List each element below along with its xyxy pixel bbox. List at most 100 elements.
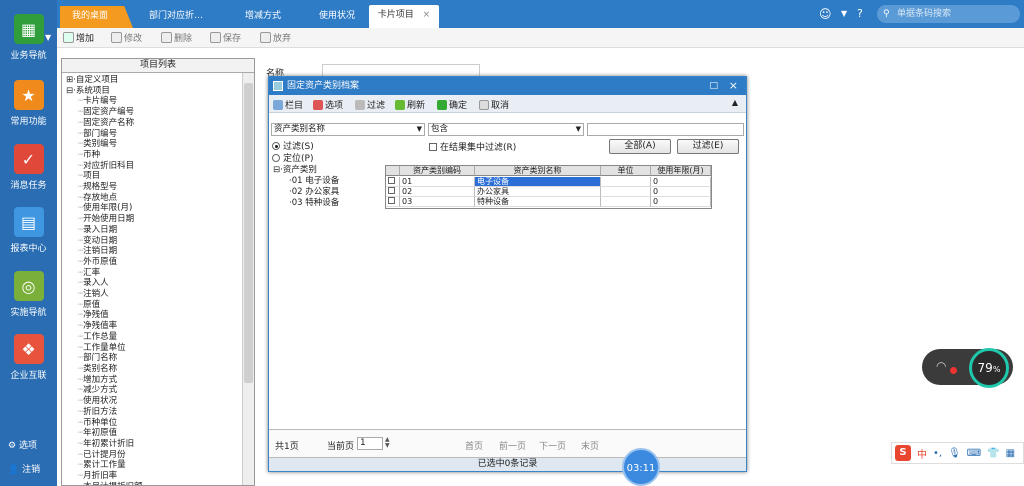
row-checkbox[interactable]	[386, 187, 400, 197]
discard-button[interactable]: 放弃	[260, 31, 291, 44]
filter-operator-select[interactable]: 包含 ▼	[428, 123, 584, 136]
tree-item[interactable]: ┄部门名称	[66, 353, 242, 364]
tree-item[interactable]: ┄净残值	[66, 310, 242, 321]
recording-timer[interactable]: 03:11	[622, 448, 660, 486]
item-tree[interactable]: ⊞·自定义项目 ⊟·系统项目 ┄卡片编号 ┄固定资产编号 ┄固定资产名称 ┄部门编号 ┄…	[66, 75, 242, 485]
tree-item[interactable]: ┄卡片编号	[66, 96, 242, 107]
save-button[interactable]: 保存	[210, 31, 241, 44]
tree-item[interactable]: ┄注销日期	[66, 246, 242, 257]
current-page-input[interactable]: 1	[357, 437, 383, 450]
tree-item[interactable]: ┄原值	[66, 300, 242, 311]
refresh-button[interactable]: 刷新	[395, 98, 425, 111]
close-icon[interactable]: ×	[729, 77, 738, 95]
nav-common[interactable]: ★ 常用功能	[0, 80, 57, 127]
row-checkbox[interactable]	[386, 197, 400, 207]
all-button[interactable]: 全部(A)	[609, 139, 671, 154]
row-checkbox[interactable]	[386, 177, 400, 187]
grid-cell-years[interactable]: 0	[651, 177, 711, 187]
column-header-unit[interactable]: 单位	[601, 166, 651, 176]
grid-cell-code[interactable]: 03	[400, 197, 475, 207]
tree-item[interactable]: ┄注销人	[66, 289, 242, 300]
next-page-link[interactable]: 下一页	[539, 439, 566, 452]
tree-item[interactable]: ┄净残值率	[66, 321, 242, 332]
logout-button[interactable]: 👤 注销	[8, 462, 40, 475]
columns-button[interactable]: 栏目	[273, 98, 303, 111]
edit-button[interactable]: 修改	[111, 31, 142, 44]
restore-icon[interactable]: □	[709, 77, 718, 95]
in-result-checkbox[interactable]: 在结果集中过滤(R)	[429, 140, 516, 153]
page-stepper[interactable]: ▲ ▼	[385, 437, 390, 449]
nav-report[interactable]: ▤ 报表中心	[0, 207, 57, 254]
cancel-button[interactable]: 取消	[479, 98, 509, 111]
tree-item[interactable]: ┄币种单位	[66, 418, 242, 429]
tree-item[interactable]: ┄折旧方法	[66, 407, 242, 418]
tree-item[interactable]: ┄外币原值	[66, 257, 242, 268]
tree-node[interactable]: ·03 特种设备	[273, 198, 383, 209]
tree-item[interactable]: ┄存放地点	[66, 193, 242, 204]
confirm-button[interactable]: 确定	[437, 98, 467, 111]
sogou-logo-icon[interactable]: S	[895, 445, 911, 461]
tree-item[interactable]: ┄年初原值	[66, 428, 242, 439]
delete-button[interactable]: 删除	[161, 31, 192, 44]
tree-item[interactable]: ┄年初累计折旧	[66, 439, 242, 450]
search-input[interactable]: ⚲ 单据条码搜索	[877, 5, 1020, 23]
tree-item[interactable]: ┄已计提月份	[66, 450, 242, 461]
tab-usage-status[interactable]: 使用状况	[307, 6, 377, 28]
category-tree[interactable]: ⊟·资产类别 ·01 电子设备 ·02 办公家具 ·03 特种设备	[273, 165, 383, 209]
grid-cell-code[interactable]: 01	[400, 177, 475, 187]
grid-cell-name[interactable]: 办公家具	[475, 187, 601, 197]
tab-change-method[interactable]: 增减方式	[233, 6, 303, 28]
tree-item[interactable]: ┄类别名称	[66, 364, 242, 375]
tree-node[interactable]: ·02 办公家具	[273, 187, 383, 198]
tree-item[interactable]: ┄项目	[66, 171, 242, 182]
tree-scrollbar[interactable]	[242, 73, 254, 485]
ime-mode-toggle[interactable]: 中	[917, 446, 927, 461]
filter-value-input[interactable]	[587, 123, 744, 136]
tab-dept-depr[interactable]: 部门对应折…	[137, 6, 229, 28]
options-button[interactable]: ⚙ 选项	[8, 438, 37, 451]
tree-item[interactable]: ┄录入人	[66, 278, 242, 289]
nav-enterprise[interactable]: ❖ 企业互联	[0, 334, 57, 381]
grid-cell-name[interactable]: 特种设备	[475, 197, 601, 207]
tree-item[interactable]: ┄工作总量	[66, 332, 242, 343]
tree-item[interactable]: ┄币种	[66, 150, 242, 161]
grid-cell-years[interactable]: 0	[651, 197, 711, 207]
tree-item[interactable]: ┄使用年限(月)	[66, 203, 242, 214]
tree-item[interactable]: ┄开始使用日期	[66, 214, 242, 225]
punctuation-icon[interactable]: •,	[933, 448, 942, 459]
options-button[interactable]: 选项	[313, 98, 343, 111]
add-button[interactable]: 增加	[63, 31, 94, 44]
keyboard-icon[interactable]: ⌨	[967, 448, 981, 459]
tab-my-desktop[interactable]: 我的桌面	[60, 6, 133, 28]
nav-message[interactable]: ✓ 消息任务	[0, 144, 57, 191]
filter-field-select[interactable]: 资产类别名称 ▼	[271, 123, 425, 136]
tree-node-root[interactable]: ⊟·资产类别	[273, 165, 383, 176]
grid-menu-icon[interactable]: ▦	[1006, 448, 1015, 459]
column-header-years[interactable]: 使用年限(月)	[651, 166, 711, 176]
tree-node-system[interactable]: ⊟·系统项目	[66, 86, 242, 97]
tree-item[interactable]: ┄增加方式	[66, 375, 242, 386]
tree-node-custom[interactable]: ⊞·自定义项目	[66, 75, 242, 86]
skin-icon[interactable]: 👕	[987, 448, 999, 459]
nav-implement[interactable]: ◎ 实施导航	[0, 271, 57, 318]
tree-item[interactable]: ┄部门编号	[66, 129, 242, 140]
scroll-thumb[interactable]	[244, 83, 253, 383]
first-page-link[interactable]: 首页	[465, 439, 483, 452]
tree-item[interactable]: ┄对应折旧科目	[66, 161, 242, 172]
grid-cell-unit[interactable]	[601, 177, 651, 187]
dropdown-icon[interactable]: ▼	[841, 9, 847, 18]
tree-item[interactable]: ┄规格型号	[66, 182, 242, 193]
tree-item[interactable]: ┄固定资产名称	[66, 118, 242, 129]
grid-cell-years[interactable]: 0	[651, 187, 711, 197]
grid-cell-unit[interactable]	[601, 197, 651, 207]
tree-item[interactable]: ┄汇率	[66, 268, 242, 279]
smiley-icon[interactable]: ☺	[819, 7, 832, 21]
tab-card-items[interactable]: 卡片项目 ×	[369, 5, 439, 28]
tree-item[interactable]: ┄类别编号	[66, 139, 242, 150]
filter-apply-button[interactable]: 过滤(E)	[677, 139, 739, 154]
microphone-icon[interactable]: 🎙	[948, 448, 961, 459]
column-header-name[interactable]: 资产类别名称	[475, 166, 601, 176]
nav-expand-icon[interactable]: ▼	[45, 33, 51, 42]
help-icon[interactable]: ?	[857, 7, 863, 20]
close-icon[interactable]: ×	[423, 10, 431, 20]
